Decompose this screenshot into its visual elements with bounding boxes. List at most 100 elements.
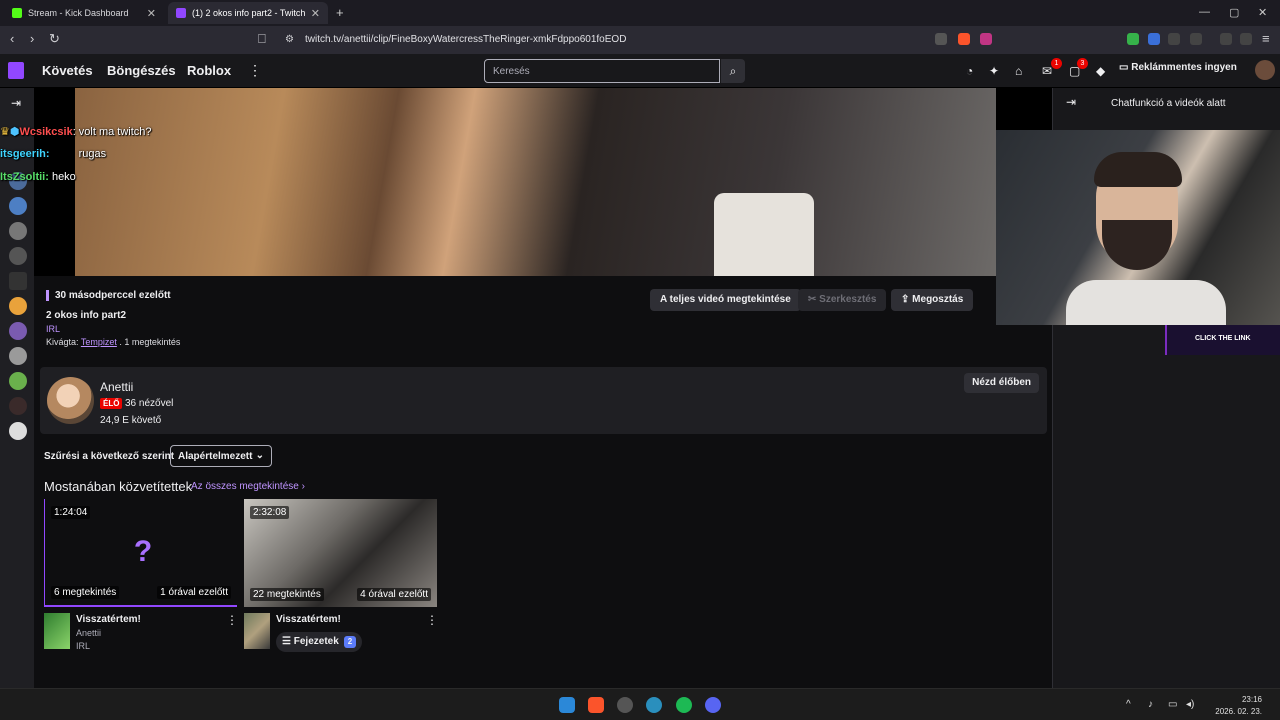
nav-following[interactable]: Követés bbox=[42, 63, 93, 78]
close-icon[interactable]: ✕ bbox=[311, 7, 320, 20]
webcam-person bbox=[1102, 220, 1172, 270]
kick-icon bbox=[12, 8, 22, 18]
obs-icon[interactable] bbox=[617, 697, 633, 713]
search-icon[interactable]: ⌕ bbox=[721, 59, 745, 83]
overlay-banner-text: CLICK THE LINK bbox=[1195, 335, 1251, 342]
video-icon[interactable] bbox=[9, 272, 27, 290]
video-thumbnail[interactable]: 2:32:08 22 megtekintés 4 órával ezelőtt bbox=[244, 499, 437, 607]
new-tab-button[interactable]: + bbox=[336, 5, 344, 20]
windows-start-icon[interactable] bbox=[559, 697, 575, 713]
inbox-badge: 1 bbox=[1051, 58, 1062, 69]
nav-roblox[interactable]: Roblox bbox=[187, 63, 231, 78]
reload-icon[interactable]: ↻ bbox=[49, 31, 60, 47]
chapters-button[interactable]: ☰ Fejezetek 2 bbox=[276, 632, 363, 652]
video-channel[interactable]: Anettii bbox=[76, 628, 101, 638]
bookmark-icon[interactable]: ⎕ bbox=[258, 31, 266, 47]
tab-title: Stream - Kick Dashboard bbox=[28, 8, 129, 18]
video-title[interactable]: Visszatértem! bbox=[76, 614, 141, 625]
minimize-button[interactable]: — bbox=[1199, 6, 1210, 18]
address-bar: ‹ › ↻ ⎕ ⚙ twitch.tv/anettii/clip/FineBox… bbox=[0, 26, 1280, 54]
crown-icon[interactable]: ◔ bbox=[966, 64, 973, 78]
extension-icon[interactable] bbox=[1148, 33, 1160, 45]
site-info-icon[interactable]: ⚙ bbox=[285, 34, 294, 45]
chat-overlay-line: ItsZsoltii: heko bbox=[0, 171, 76, 183]
chevron-down-icon: ⌄ bbox=[255, 450, 264, 461]
extension-icon[interactable] bbox=[1127, 33, 1139, 45]
user-avatar[interactable] bbox=[1255, 60, 1275, 80]
category-box-art[interactable] bbox=[44, 613, 70, 649]
avatar[interactable] bbox=[9, 197, 27, 215]
extensions-puzzle-icon[interactable] bbox=[1168, 33, 1180, 45]
brave-shield-icon[interactable] bbox=[958, 33, 970, 45]
avatar[interactable] bbox=[9, 297, 27, 315]
clip-title: 2 okos info part2 bbox=[46, 310, 127, 321]
chat-message: : volt ma twitch? bbox=[72, 126, 152, 138]
tray-chevron-icon[interactable]: ^ bbox=[1126, 699, 1131, 710]
more-options-icon[interactable]: ⋮ bbox=[226, 613, 238, 627]
brave-icon[interactable] bbox=[588, 697, 604, 713]
category-box-art[interactable] bbox=[244, 613, 270, 649]
gift-icon[interactable]: ⌂ bbox=[1015, 64, 1022, 78]
channel-avatar[interactable] bbox=[47, 377, 94, 424]
avatar[interactable] bbox=[9, 322, 27, 340]
ad-free-button[interactable]: ▭ Reklámmentes ingyen bbox=[1119, 62, 1237, 73]
video-category[interactable]: IRL bbox=[76, 641, 90, 651]
channel-name[interactable]: Anettii bbox=[100, 380, 133, 394]
nav-browse[interactable]: Böngészés bbox=[107, 63, 176, 78]
avatar[interactable] bbox=[9, 422, 27, 440]
section-title: Mostanában közvetítettek bbox=[44, 479, 193, 494]
filter-select[interactable]: Alapértelmezett ⌄ bbox=[170, 445, 272, 467]
url-field[interactable]: twitch.tv/anettii/clip/FineBoxyWatercres… bbox=[305, 34, 626, 45]
search-input[interactable]: Keresés bbox=[484, 59, 720, 83]
video-title[interactable]: Visszatértem! bbox=[276, 614, 341, 625]
menu-icon[interactable]: ≡ bbox=[1262, 31, 1270, 46]
close-icon[interactable]: ✕ bbox=[147, 7, 156, 20]
share-button[interactable]: ⇪ Megosztás bbox=[891, 289, 974, 311]
spotify-icon[interactable] bbox=[676, 697, 692, 713]
more-icon[interactable]: ⋮ bbox=[248, 62, 262, 79]
share-icon[interactable] bbox=[935, 33, 947, 45]
expand-sidebar-icon[interactable]: ⇥ bbox=[11, 96, 21, 110]
avatar[interactable] bbox=[9, 347, 27, 365]
download-icon[interactable] bbox=[1190, 33, 1202, 45]
wallet-icon[interactable] bbox=[1240, 33, 1252, 45]
video-views: 22 megtekintés bbox=[250, 588, 324, 601]
forward-icon[interactable]: › bbox=[30, 31, 34, 46]
see-all-link[interactable]: Az összes megtekintése › bbox=[191, 481, 305, 492]
discord-icon[interactable] bbox=[705, 697, 721, 713]
video-thumbnail[interactable]: 1:24:04 ? 6 megtekintés 1 órával ezelőtt bbox=[44, 499, 237, 607]
bits-icon[interactable]: ◆ bbox=[1096, 64, 1105, 78]
inbox-icon[interactable]: ✉ bbox=[1042, 64, 1052, 78]
watch-live-button[interactable]: Nézd élőben bbox=[964, 373, 1039, 393]
chat-message: rugas bbox=[78, 148, 107, 160]
microphone-icon[interactable]: ♪ bbox=[1148, 699, 1153, 710]
ad-free-label: Reklámmentes ingyen bbox=[1131, 62, 1237, 73]
ccleaner-icon[interactable] bbox=[646, 697, 662, 713]
maximize-button[interactable]: ▢ bbox=[1229, 6, 1239, 19]
avatar[interactable] bbox=[9, 372, 27, 390]
twitch-logo-icon[interactable] bbox=[8, 62, 24, 79]
video-player[interactable] bbox=[34, 88, 1052, 276]
volume-icon[interactable]: ◂) bbox=[1186, 699, 1194, 710]
follower-count: 24,9 E követő bbox=[100, 415, 162, 426]
browser-tab-twitch[interactable]: (1) 2 okos info part2 - Twitch ✕ bbox=[168, 2, 328, 24]
browser-tab-kick[interactable]: Stream - Kick Dashboard ✕ bbox=[4, 2, 164, 24]
music-icon[interactable] bbox=[1220, 33, 1232, 45]
avatar[interactable] bbox=[9, 247, 27, 265]
whispers-badge: 3 bbox=[1077, 58, 1088, 69]
avatar[interactable] bbox=[9, 222, 27, 240]
edit-button[interactable]: ✂ Szerkesztés bbox=[798, 289, 887, 311]
display-icon[interactable]: ▭ bbox=[1168, 699, 1177, 710]
clip-category-link[interactable]: IRL bbox=[46, 324, 60, 334]
more-options-icon[interactable]: ⋮ bbox=[426, 613, 438, 627]
brave-rewards-icon[interactable] bbox=[980, 33, 992, 45]
system-clock[interactable]: 23:16 2026. 02. 23. bbox=[1215, 694, 1262, 718]
collapse-chat-icon[interactable]: ⇥ bbox=[1066, 95, 1076, 109]
window-close-button[interactable]: ✕ bbox=[1258, 6, 1267, 19]
watch-full-video-button[interactable]: A teljes videó megtekintése bbox=[650, 289, 801, 311]
back-icon[interactable]: ‹ bbox=[10, 31, 14, 46]
clipper-link[interactable]: Tempizet bbox=[81, 337, 117, 347]
prime-icon[interactable]: ✦ bbox=[989, 64, 999, 78]
video-age: 1 órával ezelőtt bbox=[157, 586, 231, 599]
avatar[interactable] bbox=[9, 397, 27, 415]
